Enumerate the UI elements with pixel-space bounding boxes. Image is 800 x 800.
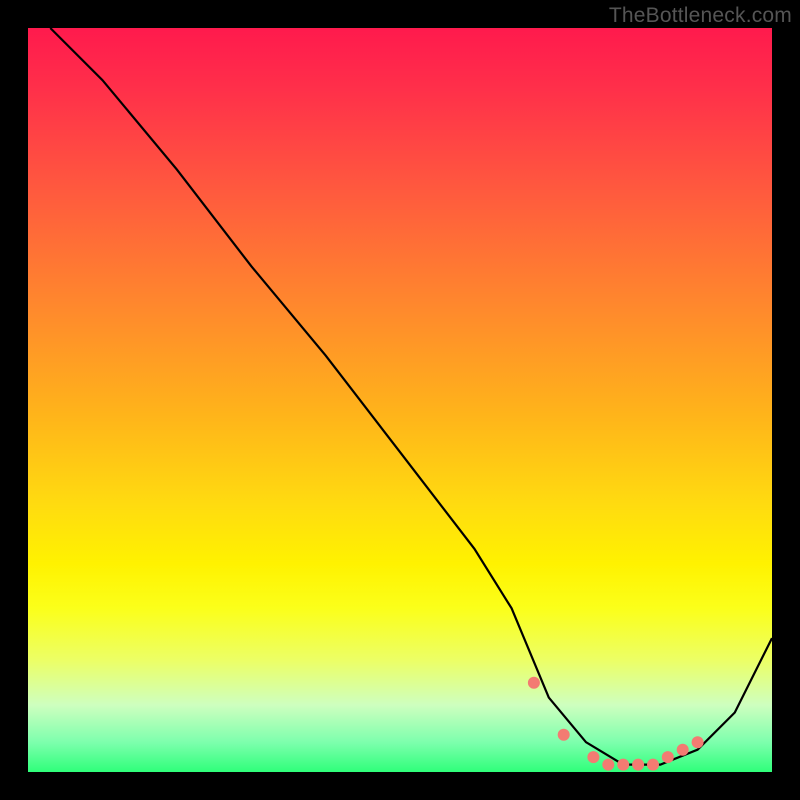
chart-frame: TheBottleneck.com: [0, 0, 800, 800]
bottleneck-curve: [50, 28, 772, 765]
plot-area: [28, 28, 772, 772]
curve-marker: [602, 759, 614, 771]
curve-marker: [692, 736, 704, 748]
curve-marker: [662, 751, 674, 763]
watermark-label: TheBottleneck.com: [609, 4, 792, 28]
curve-marker: [587, 751, 599, 763]
curve-marker: [528, 677, 540, 689]
curve-layer: [28, 28, 772, 772]
curve-marker: [558, 729, 570, 741]
curve-marker: [647, 759, 659, 771]
curve-marker: [617, 759, 629, 771]
curve-marker: [632, 759, 644, 771]
marker-group: [528, 677, 704, 771]
curve-marker: [677, 744, 689, 756]
